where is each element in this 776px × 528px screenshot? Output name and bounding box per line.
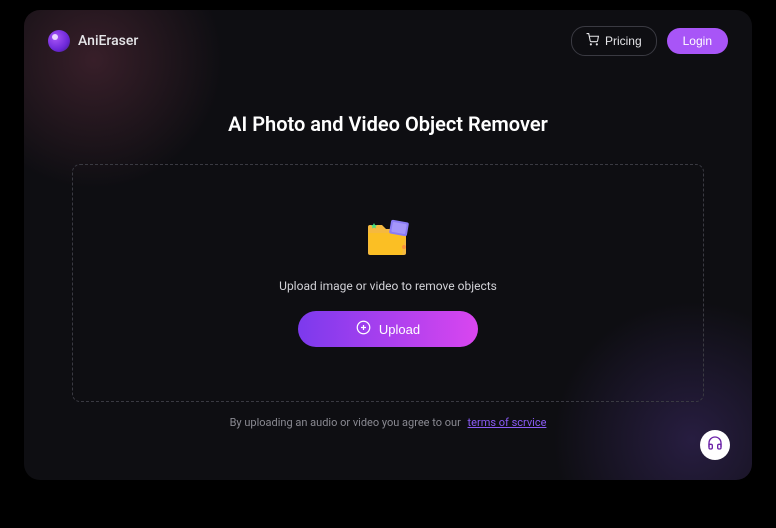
folder-icon: [360, 213, 416, 261]
brand-logo-icon: [48, 30, 70, 52]
header: AniEraser Pricing Login: [24, 10, 752, 72]
login-button[interactable]: Login: [667, 28, 728, 54]
app-container: AniEraser Pricing Login AI Photo and Vid…: [24, 10, 752, 480]
terms-prefix: By uploading an audio or video you agree…: [230, 416, 461, 429]
upload-hint: Upload image or video to remove objects: [279, 279, 497, 293]
terms-line: By uploading an audio or video you agree…: [72, 416, 704, 429]
upload-dropzone[interactable]: Upload image or video to remove objects …: [72, 164, 704, 402]
upload-label: Upload: [379, 322, 420, 337]
header-actions: Pricing Login: [571, 26, 728, 56]
upload-button[interactable]: Upload: [298, 311, 478, 347]
terms-link[interactable]: terms of scrvice: [468, 416, 547, 429]
brand[interactable]: AniEraser: [48, 30, 138, 52]
pricing-button[interactable]: Pricing: [571, 26, 657, 56]
main-content: AI Photo and Video Object Remover Upload…: [24, 72, 752, 429]
pricing-label: Pricing: [605, 34, 642, 48]
help-button[interactable]: [700, 430, 730, 460]
brand-name: AniEraser: [78, 33, 138, 49]
plus-circle-icon: [356, 320, 371, 338]
page-title: AI Photo and Video Object Remover: [72, 112, 704, 136]
headset-icon: [707, 435, 723, 455]
cart-icon: [586, 33, 599, 49]
